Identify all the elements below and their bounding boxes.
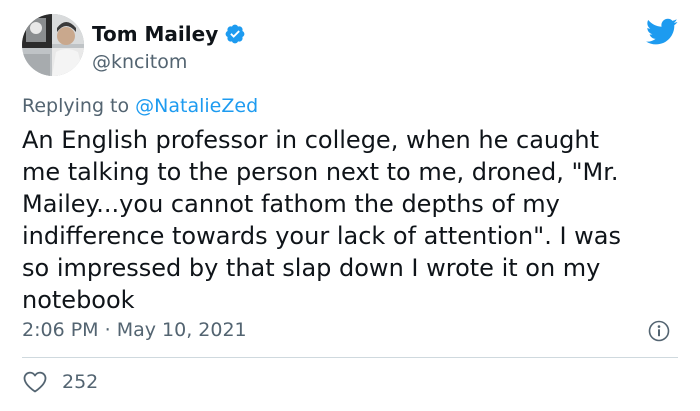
author-display-name[interactable]: Tom Mailey: [92, 22, 218, 46]
tweet-card: Tom Mailey @kncitom Replying to @Natalie…: [0, 0, 700, 411]
tweet-time: 2:06 PM: [22, 319, 99, 341]
tweet-date: May 10, 2021: [116, 319, 247, 341]
divider: [22, 357, 678, 358]
author-name-row[interactable]: Tom Mailey: [92, 22, 246, 46]
twitter-bird-icon[interactable]: [646, 18, 678, 46]
replying-to-line: Replying to @NatalieZed: [22, 94, 258, 118]
like-action[interactable]: 252: [22, 370, 98, 394]
verified-badge-icon: [224, 23, 246, 45]
like-count: 252: [62, 371, 99, 393]
replying-to-label: Replying to: [22, 95, 130, 117]
reply-target-link[interactable]: @NatalieZed: [135, 95, 258, 117]
info-icon[interactable]: [648, 320, 670, 342]
timestamp-separator: ·: [104, 319, 111, 341]
tweet-timestamp[interactable]: 2:06 PM · May 10, 2021: [22, 318, 247, 342]
avatar-photo: [22, 14, 84, 76]
avatar[interactable]: [22, 14, 84, 76]
author-handle[interactable]: @kncitom: [92, 51, 187, 73]
tweet-text: An English professor in college, when he…: [22, 126, 622, 314]
heart-icon[interactable]: [22, 370, 48, 394]
